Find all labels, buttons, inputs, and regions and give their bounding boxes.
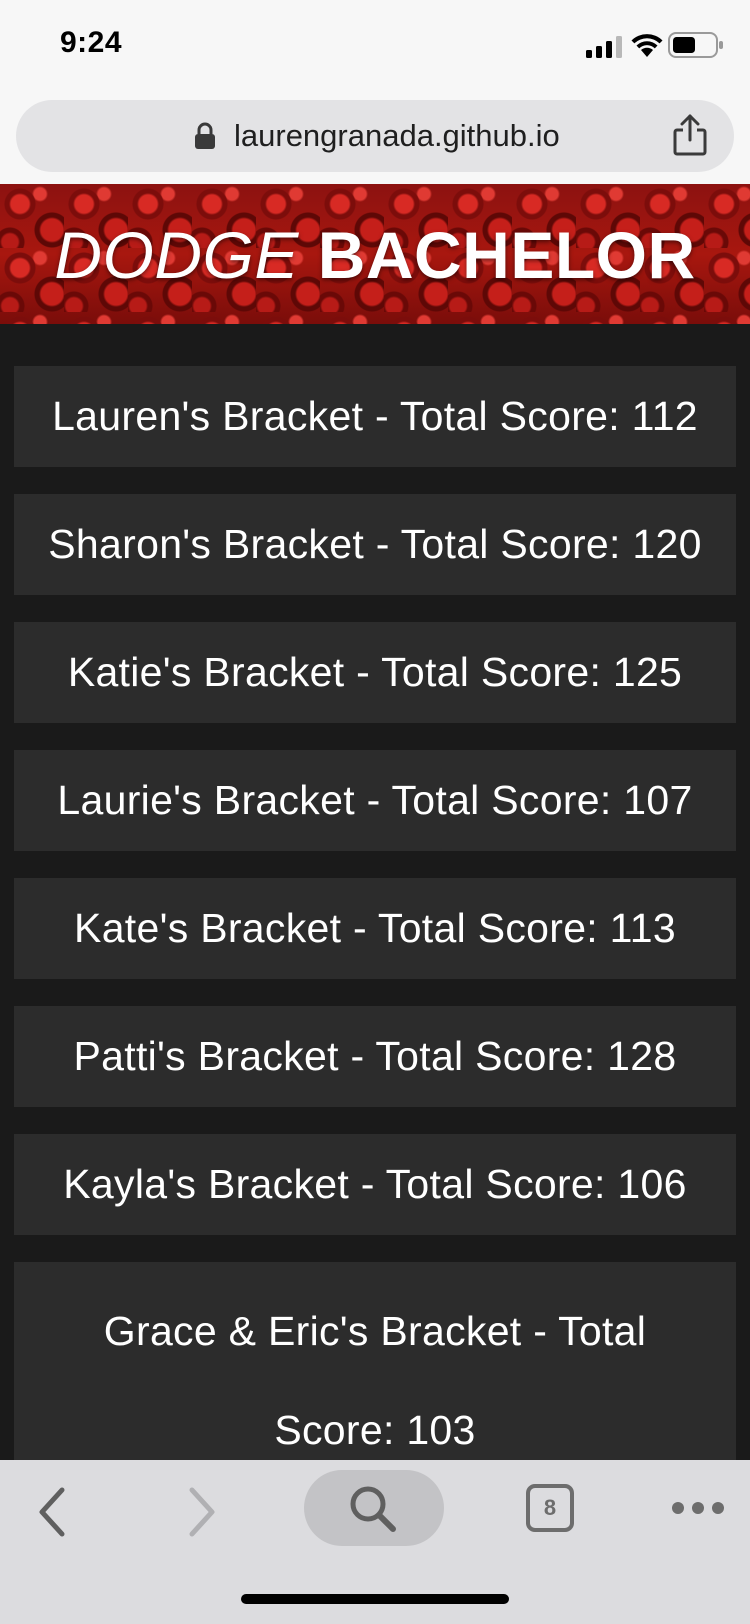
bracket-item-patti[interactable]: Patti's Bracket - Total Score: 128 — [14, 1006, 736, 1107]
tabs-icon[interactable]: 8 — [526, 1484, 574, 1532]
bracket-item-kate[interactable]: Kate's Bracket - Total Score: 113 — [14, 878, 736, 979]
forward-icon[interactable] — [184, 1486, 220, 1538]
site-title: DODGE BACHELOR — [0, 220, 750, 290]
more-icon[interactable] — [670, 1500, 726, 1516]
bracket-item-laurie[interactable]: Laurie's Bracket - Total Score: 107 — [14, 750, 736, 851]
wifi-icon — [631, 34, 663, 57]
bracket-item-lauren[interactable]: Lauren's Bracket - Total Score: 112 — [14, 366, 736, 467]
signal-icon — [586, 36, 622, 58]
status-time: 9:24 — [60, 26, 123, 59]
share-icon[interactable] — [672, 114, 708, 156]
status-bar: 9:24 — [0, 0, 750, 92]
bracket-item-katie[interactable]: Katie's Bracket - Total Score: 125 — [14, 622, 736, 723]
bracket-item-sharon[interactable]: Sharon's Bracket - Total Score: 120 — [14, 494, 736, 595]
battery-icon — [668, 32, 723, 58]
address-bar[interactable]: laurengranada.github.io — [16, 100, 734, 172]
search-icon — [350, 1486, 396, 1532]
bracket-item-grace-eric[interactable]: Grace & Eric's Bracket - Total Score: 10… — [14, 1262, 736, 1482]
site-title-bold: BACHELOR — [317, 218, 696, 292]
back-icon[interactable] — [34, 1486, 70, 1538]
header-banner: DODGE BACHELOR — [0, 184, 750, 324]
browser-address-area: laurengranada.github.io — [0, 92, 750, 184]
bracket-item-kayla[interactable]: Kayla's Bracket - Total Score: 106 — [14, 1134, 736, 1235]
site-title-light: DODGE — [54, 218, 299, 292]
search-button[interactable] — [304, 1470, 444, 1546]
url-text: laurengranada.github.io — [234, 118, 560, 153]
lock-icon — [195, 122, 215, 149]
bracket-list: Lauren's Bracket - Total Score: 112 Shar… — [14, 366, 736, 1509]
home-indicator[interactable] — [241, 1594, 509, 1604]
